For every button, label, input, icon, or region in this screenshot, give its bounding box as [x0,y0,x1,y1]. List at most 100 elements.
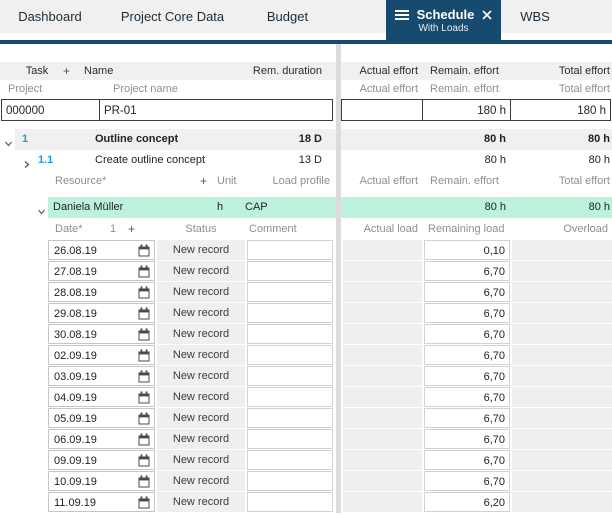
resource-unit: h [217,197,223,218]
comment-field[interactable] [247,429,333,449]
collapse-resource-icon[interactable] [37,203,46,212]
calendar-icon[interactable] [138,370,150,383]
calendar-icon[interactable] [138,433,150,446]
date-field[interactable]: 06.09.19 [48,429,155,449]
task-row-1-1[interactable]: 1.1 Create outline concept 13 D 80 h 80 … [0,150,612,171]
project-row: 000000 PR-01 180 h 180 h [0,99,612,123]
date-field[interactable]: 09.09.19 [48,450,155,470]
remaining-load-field[interactable]: 6,70 [424,282,510,302]
date-field[interactable]: 02.09.19 [48,345,155,365]
comment-field[interactable] [247,366,333,386]
date-field[interactable]: 29.08.19 [48,303,155,323]
comment-field[interactable] [247,282,333,302]
expand-task-icon[interactable] [22,156,31,165]
status-cell: New record [157,282,245,302]
date-field[interactable]: 11.09.19 [48,492,155,512]
remaining-load-field[interactable]: 6,70 [424,387,510,407]
overload-cell [512,303,612,323]
overload-cell [512,324,612,344]
remaining-load-field[interactable]: 0,10 [424,240,510,260]
load-table-row: 26.08.19 New record 0,10 [0,240,612,261]
date-field[interactable]: 04.09.19 [48,387,155,407]
date-field[interactable]: 03.09.19 [48,366,155,386]
overload-cell [512,366,612,386]
comment-field[interactable] [247,345,333,365]
calendar-icon[interactable] [138,349,150,362]
status-cell: New record [157,345,245,365]
remaining-load-field[interactable]: 6,70 [424,303,510,323]
comment-field[interactable] [247,303,333,323]
date-field[interactable]: 28.08.19 [48,282,155,302]
tab-budget[interactable]: Budget [245,0,330,33]
calendar-icon[interactable] [138,286,150,299]
actual-load-cell [343,282,422,302]
calendar-icon[interactable] [138,412,150,425]
load-table-row: 30.08.19 New record 6,70 [0,324,612,345]
col-header-total-effort: Total effort [559,62,610,80]
task-name: Create outline concept [95,150,205,171]
load-table-row: 28.08.19 New record 6,70 [0,282,612,303]
calendar-icon[interactable] [138,265,150,278]
project-actual-effort-field[interactable] [341,99,423,121]
remaining-load-field[interactable]: 6,70 [424,345,510,365]
date-field[interactable]: 05.09.19 [48,408,155,428]
date-value: 28.08.19 [54,287,97,299]
tab-project-core-data[interactable]: Project Core Data [100,0,245,33]
remaining-load-field[interactable]: 6,70 [424,429,510,449]
hamburger-menu-icon[interactable] [395,8,409,22]
remaining-load-field[interactable]: 6,20 [424,492,510,512]
overload-cell [512,345,612,365]
project-remain-effort-field[interactable]: 180 h [422,99,511,121]
calendar-icon[interactable] [138,475,150,488]
comment-field[interactable] [247,240,333,260]
comment-field[interactable] [247,261,333,281]
calendar-icon[interactable] [138,244,150,257]
comment-field[interactable] [247,387,333,407]
project-total-effort-field[interactable]: 180 h [510,99,611,121]
date-field[interactable]: 26.08.19 [48,240,155,260]
actual-load-cell [343,492,422,512]
remaining-load-field[interactable]: 6,70 [424,471,510,491]
close-tab-icon[interactable] [482,10,492,20]
actual-load-cell [343,471,422,491]
calendar-icon[interactable] [138,391,150,404]
add-column-icon[interactable]: + [63,62,70,80]
project-id-field[interactable]: 000000 [1,99,100,121]
comment-field[interactable] [247,450,333,470]
status-cell: New record [157,366,245,386]
schedule-with-loads-view: Dashboard Project Core Data Budget Sched… [0,0,612,515]
status-cell: New record [157,492,245,512]
actual-load-cell [343,240,422,260]
tab-dashboard[interactable]: Dashboard [0,0,100,33]
date-field[interactable]: 10.09.19 [48,471,155,491]
tab-wbs[interactable]: WBS [501,0,569,33]
calendar-icon[interactable] [138,328,150,341]
collapse-task-icon[interactable] [4,135,13,144]
add-column-icon[interactable]: + [128,218,135,240]
remaining-load-field[interactable]: 6,70 [424,366,510,386]
col-header-actual-effort: Actual effort [360,62,419,80]
comment-field[interactable] [247,408,333,428]
project-name-field[interactable]: PR-01 [99,99,333,121]
col-header-remaining-load: Remaining load [428,218,504,240]
comment-field[interactable] [247,492,333,512]
task-row-1[interactable]: 1 Outline concept 18 D 80 h 80 h [0,129,612,150]
remaining-load-field[interactable]: 6,70 [424,408,510,428]
tab-schedule-active[interactable]: Schedule With Loads [386,0,501,44]
calendar-icon[interactable] [138,307,150,320]
remaining-load-field[interactable]: 6,70 [424,261,510,281]
col-header-remain-effort: Remain. effort [430,171,499,192]
calendar-icon[interactable] [138,454,150,467]
actual-load-cell [343,408,422,428]
date-field[interactable]: 27.08.19 [48,261,155,281]
date-field[interactable]: 30.08.19 [48,324,155,344]
resource-row-selected[interactable]: Daniela Müller h CAP 80 h 80 h [0,197,612,218]
remaining-load-field[interactable]: 6,70 [424,324,510,344]
comment-field[interactable] [247,324,333,344]
remaining-load-field[interactable]: 6,70 [424,450,510,470]
comment-field[interactable] [247,471,333,491]
overload-cell [512,387,612,407]
resource-row-highlight [48,197,612,218]
calendar-icon[interactable] [138,496,150,509]
add-column-icon[interactable]: + [200,171,207,192]
